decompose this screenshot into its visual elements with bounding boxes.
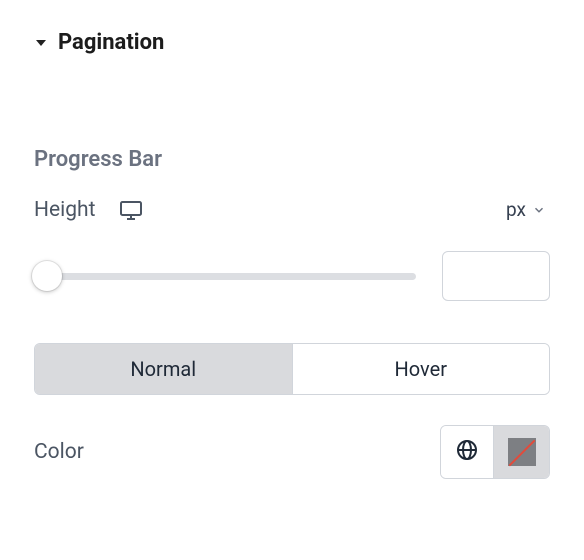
state-tabs: Normal Hover: [34, 343, 550, 395]
slider-track: [34, 273, 416, 280]
desktop-icon[interactable]: [119, 198, 143, 222]
height-row: Height px: [34, 196, 550, 223]
color-label: Color: [34, 440, 84, 464]
tab-hover[interactable]: Hover: [292, 344, 550, 394]
section-title: Pagination: [58, 30, 164, 55]
globe-icon: [455, 438, 479, 466]
unit-select[interactable]: px: [502, 196, 550, 223]
color-controls: [440, 425, 550, 479]
progress-bar-title: Progress Bar: [34, 147, 550, 172]
slider-thumb[interactable]: [32, 261, 62, 291]
unit-label: px: [506, 198, 526, 221]
color-row: Color: [34, 425, 550, 479]
height-slider[interactable]: [34, 262, 416, 290]
tab-normal[interactable]: Normal: [35, 344, 292, 394]
chevron-down-icon: [532, 203, 546, 217]
height-label: Height: [34, 198, 95, 222]
pagination-panel: Pagination Progress Bar Height px Normal: [0, 0, 584, 509]
height-slider-row: [34, 251, 550, 301]
height-input[interactable]: [442, 251, 550, 301]
global-color-button[interactable]: [441, 426, 493, 478]
color-swatch-button[interactable]: [493, 426, 549, 478]
color-swatch-none-icon: [508, 438, 536, 466]
section-header-pagination[interactable]: Pagination: [34, 30, 550, 55]
caret-down-icon: [34, 36, 48, 50]
